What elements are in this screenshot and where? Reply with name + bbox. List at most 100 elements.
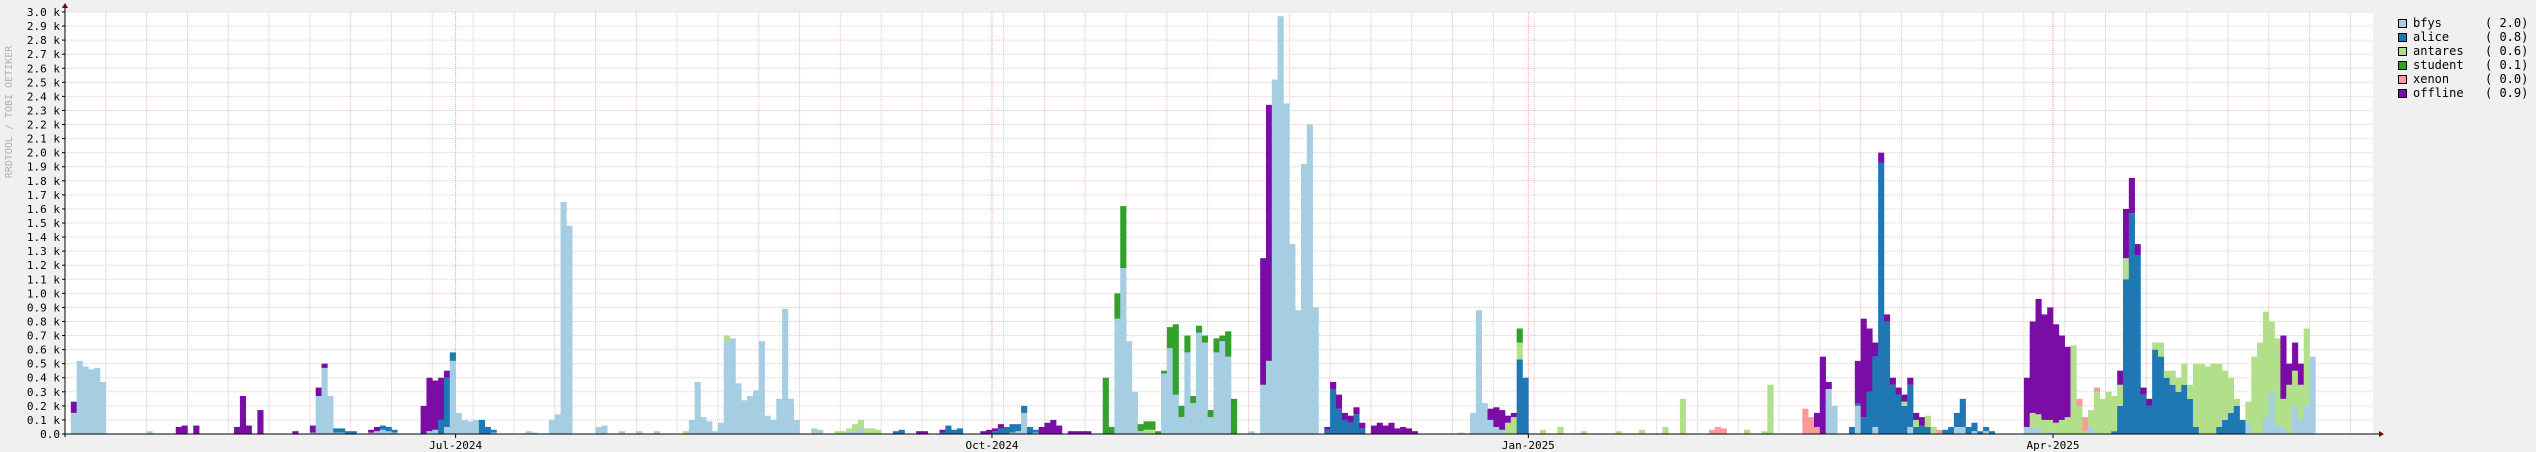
bar-segment-student bbox=[1172, 324, 1179, 395]
bar-segment-offline bbox=[315, 387, 322, 397]
y-tick-label: 0.4 k bbox=[27, 372, 60, 385]
bar-segment-alice bbox=[1335, 408, 1343, 434]
bar-segment-antares bbox=[2117, 384, 2124, 406]
bar-segment-antares bbox=[2088, 410, 2095, 427]
y-tick-label: 1.8 k bbox=[27, 175, 60, 188]
bar-segment-bfys bbox=[1854, 405, 1861, 434]
bar-segment-alice bbox=[1953, 412, 1961, 427]
bar-segment-bfys bbox=[2309, 356, 2316, 434]
bar-segment-antares bbox=[1557, 426, 1564, 434]
bar-segment-offline bbox=[309, 425, 316, 433]
bar-segment-bfys bbox=[443, 426, 451, 434]
bar-segment-offline bbox=[373, 426, 381, 432]
y-tick-label: 1.1 k bbox=[27, 273, 60, 286]
bar-segment-alice bbox=[1878, 162, 1885, 434]
bar-segment-antares bbox=[2268, 321, 2275, 392]
bar-segment-antares bbox=[869, 428, 876, 434]
bar-segment-offline bbox=[432, 380, 439, 430]
bar-segment-alice bbox=[1942, 429, 1949, 434]
y-tick-label: 0.6 k bbox=[27, 344, 60, 357]
bar-segment-antares bbox=[863, 428, 870, 434]
legend-swatch bbox=[2398, 74, 2407, 84]
bar-segment-student bbox=[1178, 405, 1185, 418]
bar-segment-bfys bbox=[601, 425, 608, 434]
bar-segment-student bbox=[1231, 398, 1238, 434]
bar-segment-bfys bbox=[1260, 384, 1267, 434]
bar-segment-bfys bbox=[82, 366, 89, 434]
bar-segment-bfys bbox=[1959, 426, 1966, 434]
bar-segment-alice bbox=[1330, 388, 1337, 434]
bar-segment-antares bbox=[2035, 414, 2042, 429]
bar-segment-antares bbox=[2245, 401, 2252, 423]
bar-segment-alice bbox=[333, 428, 340, 433]
bar-segment-antares bbox=[2274, 338, 2281, 426]
bar-segment-offline bbox=[193, 425, 200, 434]
bar-segment-student bbox=[1108, 426, 1115, 434]
bar-segment-bfys bbox=[787, 398, 795, 434]
bar-segment-alice bbox=[1895, 394, 1902, 434]
bar-segment-alice bbox=[1003, 426, 1010, 434]
bar-segment-student bbox=[1196, 325, 1203, 333]
y-tick-label: 1.9 k bbox=[27, 161, 60, 174]
bar-segment-antares bbox=[1662, 426, 1669, 434]
bar-segment-offline bbox=[2297, 363, 2305, 385]
bar-segment-alice bbox=[2128, 213, 2135, 434]
bar-segment-alice bbox=[339, 428, 346, 433]
legend-swatch bbox=[2398, 18, 2407, 28]
legend-item-xenon: xenon ( 0.0) bbox=[2398, 72, 2528, 86]
bar-segment-bfys bbox=[449, 360, 456, 434]
bar-segment-alice bbox=[1026, 426, 1034, 434]
bar-segment-antares bbox=[2257, 342, 2264, 434]
bar-segment-offline bbox=[2053, 324, 2060, 423]
bar-segment-offline bbox=[368, 429, 375, 433]
bar-segment-bfys bbox=[461, 419, 468, 434]
bar-segment-bfys bbox=[1213, 352, 1220, 434]
bar-segment-offline bbox=[426, 377, 433, 432]
bar-segment-bfys bbox=[735, 383, 742, 434]
bar-segment-alice bbox=[438, 419, 445, 434]
bar-segment-antares bbox=[2216, 363, 2223, 427]
watermark: RRDTOOL / TOBI OETIKER bbox=[4, 45, 15, 178]
bar-segment-offline bbox=[2146, 398, 2153, 406]
bar-segment-bfys bbox=[857, 428, 865, 434]
legend-swatch bbox=[2398, 88, 2407, 98]
bar-segment-antares bbox=[2233, 398, 2240, 406]
bar-segment-bfys bbox=[694, 381, 701, 434]
bar-segment-bfys bbox=[723, 341, 730, 434]
bar-segment-alice bbox=[1353, 414, 1360, 434]
bar-segment-alice bbox=[484, 426, 491, 434]
bar-segment-alice bbox=[1015, 424, 1022, 432]
bar-segment-alice bbox=[1889, 384, 1896, 434]
bar-segment-xenon bbox=[1720, 428, 1727, 434]
y-tick-label: 0.5 k bbox=[27, 358, 60, 371]
bar-segment-bfys bbox=[1487, 419, 1494, 434]
bar-segment-bfys bbox=[764, 415, 771, 434]
bar-segment-alice bbox=[2134, 255, 2141, 434]
bar-segment-alice bbox=[1965, 426, 1972, 434]
bar-segment-student bbox=[1114, 293, 1121, 319]
bar-segment-bfys bbox=[1120, 268, 1127, 434]
bar-segment-bfys bbox=[1872, 426, 1879, 434]
bar-segment-offline bbox=[1505, 415, 1512, 423]
x-tick-label: Jan-2025 bbox=[1502, 439, 1555, 452]
legend-series-value: ( 0.1) bbox=[2485, 58, 2529, 72]
bar-segment-offline bbox=[1400, 426, 1407, 434]
bar-segment-alice bbox=[490, 429, 497, 433]
bar-segment-offline bbox=[2286, 363, 2293, 385]
bar-segment-offline bbox=[2134, 244, 2141, 256]
bar-segment-bfys bbox=[1825, 388, 1832, 434]
bar-segment-offline bbox=[1907, 377, 1914, 385]
bar-segment-bfys bbox=[1126, 341, 1133, 434]
bar-segment-antares bbox=[2292, 370, 2299, 406]
bar-segment-antares bbox=[857, 419, 865, 429]
bar-segment-alice bbox=[2239, 419, 2246, 434]
bar-segment-offline bbox=[234, 426, 241, 434]
bar-segment-bfys bbox=[1475, 310, 1482, 434]
bar-segment-offline bbox=[1330, 381, 1337, 389]
bar-segment-antares bbox=[723, 335, 730, 342]
bar-segment-alice bbox=[1032, 429, 1039, 433]
bar-segment-offline bbox=[2140, 387, 2147, 395]
bar-segment-antares bbox=[1930, 426, 1937, 434]
bar-segment-antares bbox=[1639, 429, 1646, 434]
bar-segment-bfys bbox=[1178, 417, 1185, 434]
